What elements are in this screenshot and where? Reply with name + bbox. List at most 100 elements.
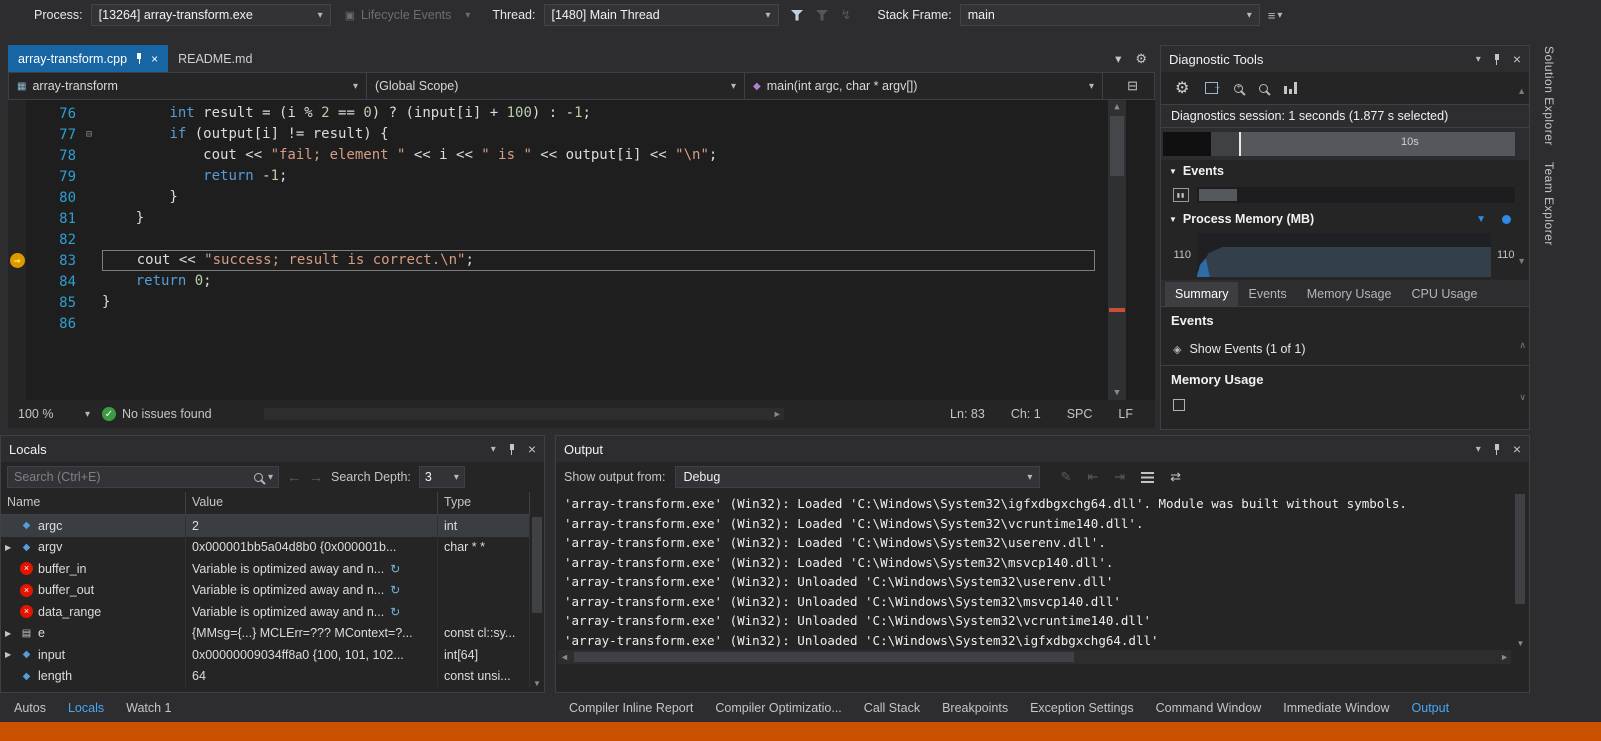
tool-tab-output[interactable]: Output: [1402, 697, 1460, 719]
close-icon[interactable]: ×: [1513, 441, 1521, 457]
diag-tab-events[interactable]: Events: [1238, 282, 1296, 306]
search-input[interactable]: [8, 467, 278, 487]
output-vertical-scrollbar[interactable]: ▼: [1513, 492, 1528, 648]
code-text[interactable]: cout << "success; result is correct.\n";: [102, 250, 1095, 271]
export-report-icon[interactable]: [1205, 82, 1218, 94]
column-type[interactable]: Type: [438, 492, 530, 514]
code-text[interactable]: cout << "fail; element " << i << " is " …: [102, 145, 1095, 166]
scope-dropdown[interactable]: (Global Scope) ▾: [367, 73, 745, 99]
pin-icon[interactable]: [135, 53, 143, 64]
zoom-in-icon[interactable]: [1234, 84, 1243, 93]
code-text[interactable]: }: [102, 187, 1095, 208]
code-line-82[interactable]: 82: [8, 229, 1155, 250]
search-icon[interactable]: [254, 473, 263, 482]
refresh-icon[interactable]: ↻: [390, 562, 400, 576]
scrollbar-thumb[interactable]: [1110, 116, 1124, 176]
scroll-down-icon[interactable]: ▼: [1108, 388, 1126, 398]
locals-row-e[interactable]: ▶▤e{MMsg={...} MCLErr=??? MContext=?...c…: [1, 623, 530, 645]
diag-tab-cpu-usage[interactable]: CPU Usage: [1401, 282, 1487, 306]
events-track-thumb[interactable]: [1199, 189, 1237, 201]
scroll-down-hint-icon[interactable]: ∨: [1519, 392, 1526, 403]
locals-row-data-range[interactable]: ×data_rangeVariable is optimized away an…: [1, 601, 530, 623]
thread-dropdown[interactable]: [1480] Main Thread ▾: [544, 4, 779, 26]
code-text[interactable]: [102, 229, 1095, 250]
timeline-selection[interactable]: [1241, 132, 1515, 156]
timeline-chart-icon[interactable]: [1284, 82, 1298, 94]
output-source-dropdown[interactable]: Debug ▾: [675, 466, 1040, 488]
document-list-chevron-icon[interactable]: ▾: [1115, 51, 1121, 66]
code-text[interactable]: if (output[i] != result) {: [102, 124, 1095, 145]
close-icon[interactable]: ×: [528, 441, 536, 457]
editor-gear-icon[interactable]: ⚙: [1135, 51, 1147, 67]
document-health-indicator[interactable]: ✓ No issues found: [102, 407, 212, 421]
locals-row-input[interactable]: ▶◆input0x00000009034ff8a0 {100, 101, 102…: [1, 644, 530, 666]
timeline-ruler[interactable]: 10s: [1161, 128, 1529, 160]
tool-tab-call-stack[interactable]: Call Stack: [854, 697, 930, 719]
scroll-up-hint-icon[interactable]: ∧: [1519, 340, 1526, 351]
code-line-85[interactable]: 85}: [8, 292, 1155, 313]
current-statement-gutter[interactable]: →: [8, 253, 26, 268]
expander-icon[interactable]: ▶: [5, 629, 15, 638]
show-events-link[interactable]: ◈ Show Events (1 of 1): [1161, 335, 1529, 363]
output-horizontal-scrollbar[interactable]: ◄ ►: [558, 650, 1511, 664]
stack-frame-dropdown[interactable]: main ▾: [960, 4, 1260, 26]
settings-gear-icon[interactable]: ⚙: [1175, 78, 1189, 98]
pin-icon[interactable]: [508, 444, 516, 455]
pin-icon[interactable]: [1493, 54, 1501, 65]
tool-tab-autos[interactable]: Autos: [4, 697, 56, 719]
scrollbar-thumb[interactable]: [1515, 494, 1525, 604]
document-tab-readme-md[interactable]: README.md: [168, 45, 262, 72]
code-line-81[interactable]: 81 }: [8, 208, 1155, 229]
tool-tab-compiler-inline-report[interactable]: Compiler Inline Report: [559, 697, 703, 719]
locals-scrollbar[interactable]: ▼: [530, 515, 544, 690]
tool-tab-command-window[interactable]: Command Window: [1146, 697, 1272, 719]
project-dropdown[interactable]: ▦ array-transform ▾: [9, 73, 367, 99]
find-message-icon[interactable]: ✎: [1060, 469, 1071, 485]
split-editor-icon[interactable]: ⊟: [1127, 78, 1138, 94]
locals-row-length[interactable]: ◆length64const unsi...: [1, 666, 530, 688]
tool-tab-locals[interactable]: Locals: [58, 697, 114, 719]
code-line-78[interactable]: 78 cout << "fail; element " << i << " is…: [8, 145, 1155, 166]
diag-tab-memory-usage[interactable]: Memory Usage: [1297, 282, 1402, 306]
search-prev-icon[interactable]: ←: [287, 469, 301, 485]
tool-tab-exception-settings[interactable]: Exception Settings: [1020, 697, 1144, 719]
code-text[interactable]: return -1;: [102, 166, 1095, 187]
zoom-dropdown[interactable]: 100 % ▾: [18, 407, 90, 421]
filter-funnel-icon[interactable]: [791, 10, 804, 21]
member-dropdown[interactable]: ◆ main(int argc, char * argv[]) ▾: [745, 73, 1103, 99]
tool-tab-breakpoints[interactable]: Breakpoints: [932, 697, 1018, 719]
chevron-down-icon[interactable]: ▾: [268, 472, 273, 483]
refresh-icon[interactable]: ↻: [390, 605, 400, 619]
diag-tab-summary[interactable]: Summary: [1165, 282, 1238, 306]
code-line-86[interactable]: 86: [8, 313, 1155, 334]
memory-section-header[interactable]: ▼ Process Memory (MB) ▼: [1161, 208, 1529, 230]
window-position-chevron-icon[interactable]: ▾: [491, 444, 496, 455]
scroll-up-icon[interactable]: ▲: [1517, 86, 1526, 96]
search-depth-dropdown[interactable]: 3 ▾: [419, 466, 465, 488]
memory-plot[interactable]: [1197, 233, 1491, 277]
code-line-84[interactable]: 84 return 0;: [8, 271, 1155, 292]
editor-vertical-scrollbar[interactable]: ▲ ▼: [1108, 100, 1126, 400]
document-tab-array-transform-cpp[interactable]: array-transform.cpp×: [8, 45, 168, 72]
code-text[interactable]: [102, 313, 1095, 334]
tool-tab-compiler-optimizatio[interactable]: Compiler Optimizatio...: [705, 697, 851, 719]
code-line-76[interactable]: 76 int result = (i % 2 == 0) ? (input[i]…: [8, 103, 1155, 124]
expander-icon[interactable]: ▶: [5, 543, 15, 552]
editor-horizontal-scrollbar[interactable]: ►: [264, 408, 784, 420]
process-dropdown[interactable]: [13264] array-transform.exe ▾: [91, 4, 331, 26]
locals-row-buffer-out[interactable]: ×buffer_outVariable is optimized away an…: [1, 580, 530, 602]
scrollbar-thumb[interactable]: [532, 517, 542, 613]
prev-message-icon[interactable]: ⇤: [1087, 469, 1098, 485]
locals-row-argc[interactable]: ◆argc2int: [1, 515, 530, 537]
code-text[interactable]: }: [102, 292, 1095, 313]
toolbar-options-icon[interactable]: ≡▾: [1268, 8, 1283, 23]
scroll-down-icon[interactable]: ▼: [1513, 639, 1528, 648]
tool-tab-watch-1[interactable]: Watch 1: [116, 697, 181, 719]
pin-icon[interactable]: [1493, 444, 1501, 455]
scroll-down-icon[interactable]: ▼: [1517, 256, 1526, 266]
fold-marker[interactable]: ⊟: [76, 129, 102, 140]
close-icon[interactable]: ×: [151, 52, 158, 66]
next-message-icon[interactable]: ⇥: [1114, 469, 1125, 485]
code-line-83[interactable]: →83 cout << "success; result is correct.…: [8, 250, 1155, 271]
refresh-icon[interactable]: ↻: [390, 583, 400, 597]
